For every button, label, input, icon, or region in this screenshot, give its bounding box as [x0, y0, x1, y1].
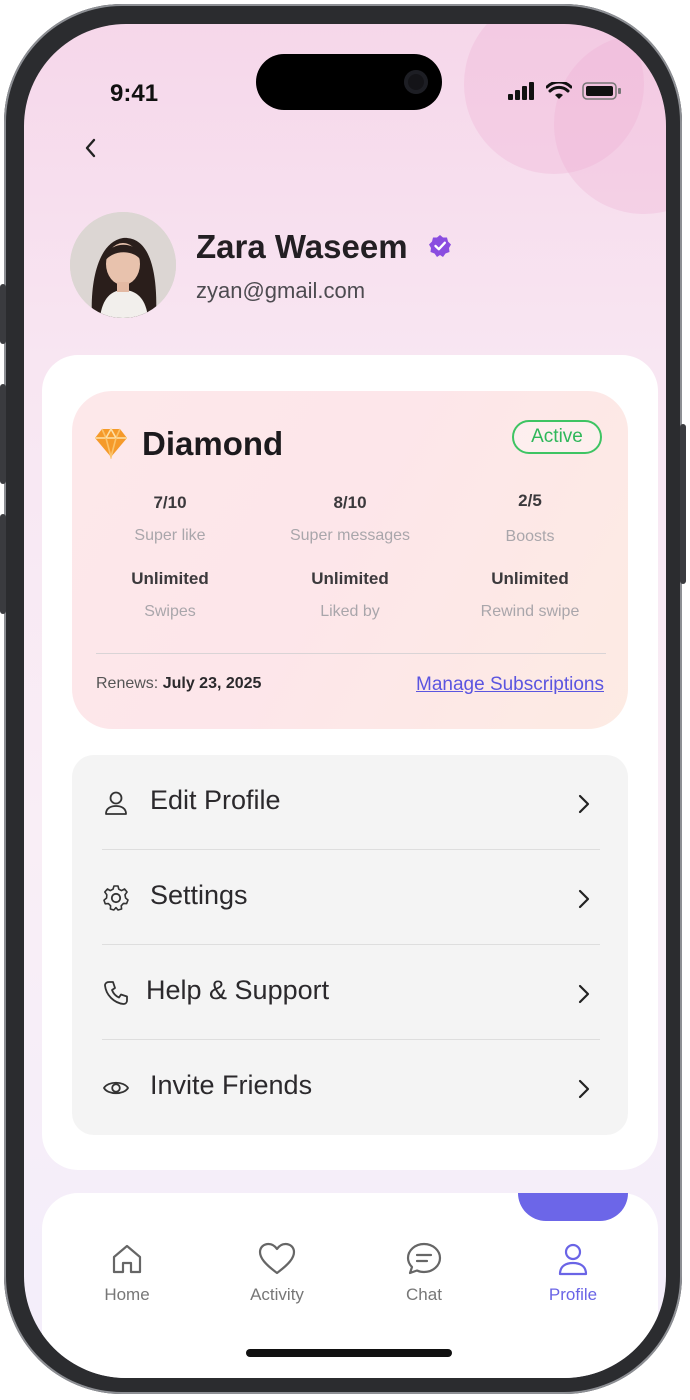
menu-label: Edit Profile [150, 785, 281, 815]
user-name: Zara Waseem [196, 228, 408, 265]
user-icon [105, 791, 127, 815]
avatar[interactable] [70, 212, 176, 318]
menu-item-invite-friends[interactable]: Invite Friends [72, 1040, 628, 1135]
plan-name: Diamond [142, 425, 284, 462]
gear-icon [103, 885, 129, 911]
status-icons [508, 82, 622, 100]
menu-item-help-support[interactable]: Help & Support [72, 945, 628, 1040]
tab-profile[interactable]: Profile [518, 1241, 628, 1305]
verified-badge-icon [429, 235, 451, 257]
camera-icon [404, 70, 428, 94]
stat-label: Liked by [320, 603, 380, 620]
wifi-icon [546, 82, 572, 99]
renewal-date: July 23, 2025 [162, 675, 262, 692]
signal-icon [508, 82, 534, 100]
stat-label: Super messages [289, 527, 411, 544]
manage-subscriptions-link[interactable]: Manage Subscriptions [416, 674, 604, 696]
menu-item-settings[interactable]: Settings [72, 850, 628, 945]
menu-label: Invite Friends [150, 1070, 313, 1100]
user-icon [558, 1243, 588, 1276]
stat-label: Boosts [505, 528, 555, 545]
subscription-card: Diamond Active 7/10 Super like 8/10 Supe… [72, 391, 628, 729]
stat-boosts: 2/5 Boosts [440, 491, 620, 546]
diamond-icon [95, 427, 127, 459]
chevron-right-icon [578, 1079, 590, 1099]
chevron-right-icon [578, 984, 590, 1004]
status-time: 9:41 [110, 80, 159, 107]
stat-value: 7/10 [153, 493, 187, 512]
home-indicator [246, 1349, 452, 1357]
stat-label: Rewind swipe [480, 603, 580, 620]
stat-super-like: 7/10 Super like [80, 493, 260, 545]
dynamic-island [256, 54, 442, 110]
chat-icon [406, 1242, 442, 1275]
chevron-left-icon [85, 138, 96, 158]
stat-value: Unlimited [131, 569, 209, 588]
stat-value: 8/10 [333, 493, 367, 512]
screen: 9:41 Zara Waseem zyan@gmail.com Diamond … [24, 24, 666, 1378]
tab-label: Profile [548, 1285, 598, 1304]
back-button[interactable] [70, 128, 110, 168]
tab-label: Home [104, 1285, 150, 1304]
stat-liked-by: Unlimited Liked by [260, 569, 440, 621]
renewal-info: Renews: July 23, 2025 [96, 675, 261, 693]
phone-icon [104, 981, 128, 1005]
tab-chat[interactable]: Chat [369, 1241, 479, 1305]
tab-label: Activity [250, 1285, 304, 1304]
heart-icon [258, 1242, 296, 1275]
stat-label: Super like [134, 527, 206, 544]
stat-rewind-swipe: Unlimited Rewind swipe [440, 569, 620, 621]
divider [96, 653, 606, 654]
tab-label: Chat [406, 1285, 442, 1304]
renewal-label: Renews: [96, 675, 159, 692]
stat-value: Unlimited [311, 569, 389, 588]
phone-frame: 9:41 Zara Waseem zyan@gmail.com Diamond … [0, 4, 686, 1394]
stat-label: Swipes [144, 603, 196, 620]
battery-icon [582, 82, 621, 100]
chevron-right-icon [578, 794, 590, 814]
user-email: zyan@gmail.com [196, 278, 366, 303]
tab-activity[interactable]: Activity [222, 1241, 332, 1305]
status-badge: Active [512, 420, 602, 454]
eye-icon [103, 1081, 129, 1095]
stat-value: 2/5 [518, 491, 542, 510]
stat-value: Unlimited [491, 569, 569, 588]
menu-label: Help & Support [146, 975, 330, 1005]
side-button [0, 284, 6, 344]
menu-item-edit-profile[interactable]: Edit Profile [72, 755, 628, 850]
side-button [680, 424, 686, 584]
side-button [0, 514, 6, 614]
chevron-right-icon [578, 889, 590, 909]
home-icon [112, 1244, 142, 1274]
tab-home[interactable]: Home [72, 1241, 182, 1305]
profile-card: Diamond Active 7/10 Super like 8/10 Supe… [42, 355, 658, 1170]
side-button [0, 384, 6, 484]
avatar-image [70, 212, 176, 318]
plan-stats: 7/10 Super like 8/10 Super messages 2/5 … [72, 491, 628, 633]
settings-menu: Edit Profile Settings Help & Support Inv… [72, 755, 628, 1135]
active-tab-indicator [518, 1193, 628, 1221]
menu-label: Settings [150, 880, 248, 910]
stat-swipes: Unlimited Swipes [80, 569, 260, 621]
stat-super-messages: 8/10 Super messages [260, 493, 440, 545]
